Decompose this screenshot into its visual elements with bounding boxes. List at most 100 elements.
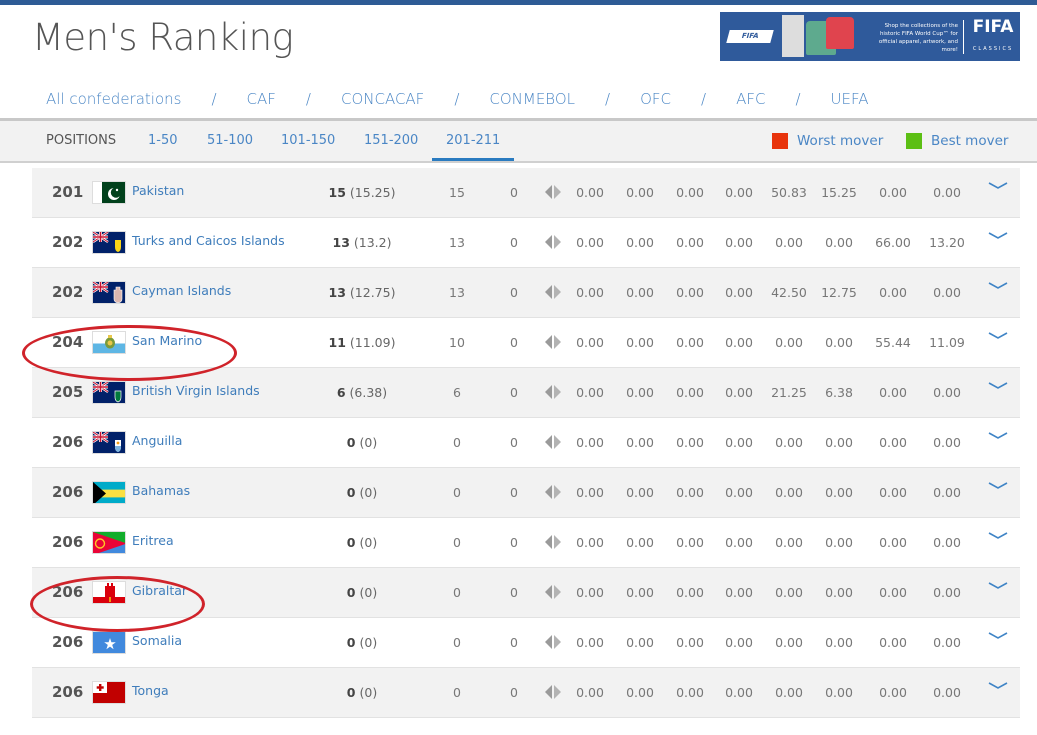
period-value: 0.00 [676,285,704,300]
points-rounded: 0 [346,685,356,700]
red-shirt-image [826,17,854,49]
movement: 0 [510,535,518,550]
conf-all[interactable]: All confederations [46,90,181,108]
chevron-down-icon[interactable] [987,478,1009,494]
chevron-down-icon[interactable] [987,278,1009,294]
chevron-down-icon[interactable] [987,428,1009,444]
points-rounded: 0 [346,535,356,550]
previous-points: 0 [453,435,461,450]
period-value: 0.00 [879,585,907,600]
chevron-down-icon[interactable] [987,328,1009,344]
table-row[interactable]: 206 Somalia 0 (0) 0 0 0.00 0.00 0.00 0.00 0.00 0.0… [32,618,1020,668]
period-value: 0.00 [825,535,853,550]
country-link[interactable]: Eritrea [132,533,174,548]
period-value: 0.00 [725,485,753,500]
country-link[interactable]: British Virgin Islands [132,383,260,398]
period-value: 0.00 [933,385,961,400]
total-points: 0 (0) [302,585,422,600]
period-value: 0.00 [676,435,704,450]
tab-51-100[interactable]: 51-100 [207,133,253,148]
points-rounded: 0 [346,635,356,650]
table-row[interactable]: 202 Turks and Caicos Islands 13 (13.2) 13 0 0… [32,218,1020,268]
chevron-down-icon[interactable] [987,528,1009,544]
table-row[interactable]: 205 British Virgin Islands 6 (6.38) 6 0 0.00 0… [32,368,1020,418]
country-link[interactable]: Tonga [132,683,169,698]
total-points: 15 (15.25) [302,185,422,200]
movement: 0 [510,685,518,700]
chevron-down-icon[interactable] [987,378,1009,394]
table-row[interactable]: 201 Pakistan 15 (15.25) 15 0 0.00 0.00 0.00 0.00… [32,168,1020,218]
period-value: 0.00 [775,635,803,650]
rank: 206 [52,683,84,701]
country-link[interactable]: Pakistan [132,183,184,198]
tab-201-211[interactable]: 201-211 [446,133,500,148]
points-exact: (0) [359,485,378,500]
conf-ofc[interactable]: OFC [640,90,671,108]
period-value: 0.00 [626,235,654,250]
period-value: 13.20 [929,235,965,250]
tab-151-200[interactable]: 151-200 [364,133,418,148]
conf-caf[interactable]: CAF [247,90,276,108]
period-value: 0.00 [775,435,803,450]
table-row[interactable]: 206 Gibraltar 0 (0) 0 0 0.00 0.00 0.00 0.00 0.00 0… [32,568,1020,618]
table-row[interactable]: 206 Tonga 0 (0) 0 0 0.00 0.00 0.00 0.00 0.00 0.00 0… [32,668,1020,718]
conf-conmebol[interactable]: CONMEBOL [489,90,575,108]
period-value: 0.00 [576,335,604,350]
separator: / [701,90,707,108]
chevron-down-icon[interactable] [987,578,1009,594]
period-value: 0.00 [725,585,753,600]
tonga-flag-icon [92,681,126,704]
points-rounded: 6 [336,385,346,400]
ranking-table: 201 Pakistan 15 (15.25) 15 0 0.00 0.00 0.00 0.00… [32,168,1020,718]
country-link[interactable]: Bahamas [132,483,190,498]
conf-afc[interactable]: AFC [736,90,765,108]
chevron-down-icon[interactable] [987,178,1009,194]
period-value: 42.50 [771,285,807,300]
british-virgin-islands-flag-icon [92,381,126,404]
chevron-down-icon[interactable] [987,628,1009,644]
period-value: 0.00 [775,685,803,700]
country-link[interactable]: Gibraltar [132,583,187,598]
period-value: 0.00 [825,635,853,650]
confederation-nav: All confederations / CAF / CONCACAF / CO… [46,88,868,110]
period-value: 0.00 [725,435,753,450]
period-value: 0.00 [879,435,907,450]
movement: 0 [510,435,518,450]
table-row[interactable]: 204 San Marino 11 (11.09) 10 0 0.00 0.00 0.00 0.… [32,318,1020,368]
somalia-flag-icon [92,631,126,654]
tab-101-150[interactable]: 101-150 [281,133,335,148]
period-value: 0.00 [576,585,604,600]
turks-caicos-flag-icon [92,231,126,254]
period-value: 0.00 [825,335,853,350]
chevron-down-icon[interactable] [987,228,1009,244]
previous-points: 0 [453,635,461,650]
period-value: 0.00 [676,335,704,350]
period-value: 0.00 [725,235,753,250]
rank: 206 [52,533,84,551]
period-value: 0.00 [825,685,853,700]
fifa-classics-ad-banner[interactable]: FIFA Shop the collections of the histori… [720,12,1020,61]
period-value: 0.00 [933,535,961,550]
period-value: 12.75 [821,285,857,300]
separator: / [454,90,460,108]
table-row[interactable]: 202 Cayman Islands 13 (12.75) 13 0 0.00 0.00 0.… [32,268,1020,318]
tab-1-50[interactable]: 1-50 [148,133,178,148]
chevron-down-icon[interactable] [987,678,1009,694]
eritrea-flag-icon [92,531,126,554]
movement: 0 [510,635,518,650]
period-value: 50.83 [771,185,807,200]
country-link[interactable]: Cayman Islands [132,283,231,298]
conf-concacaf[interactable]: CONCACAF [341,90,424,108]
period-value: 0.00 [626,285,654,300]
movement: 0 [510,235,518,250]
country-link[interactable]: San Marino [132,333,202,348]
conf-uefa[interactable]: UEFA [831,90,869,108]
points-rounded: 0 [346,435,356,450]
period-value: 0.00 [725,385,753,400]
table-row[interactable]: 206 Eritrea 0 (0) 0 0 0.00 0.00 0.00 0.00 0.00 0.0… [32,518,1020,568]
country-link[interactable]: Anguilla [132,433,182,448]
table-row[interactable]: 206 Anguilla 0 (0) 0 0 0.00 0.00 0.00 0.00 0.00 0.… [32,418,1020,468]
country-link[interactable]: Somalia [132,633,182,648]
table-row[interactable]: 206 Bahamas 0 (0) 0 0 0.00 0.00 0.00 0.00 0.00 0.0… [32,468,1020,518]
country-link[interactable]: Turks and Caicos Islands [132,233,285,248]
